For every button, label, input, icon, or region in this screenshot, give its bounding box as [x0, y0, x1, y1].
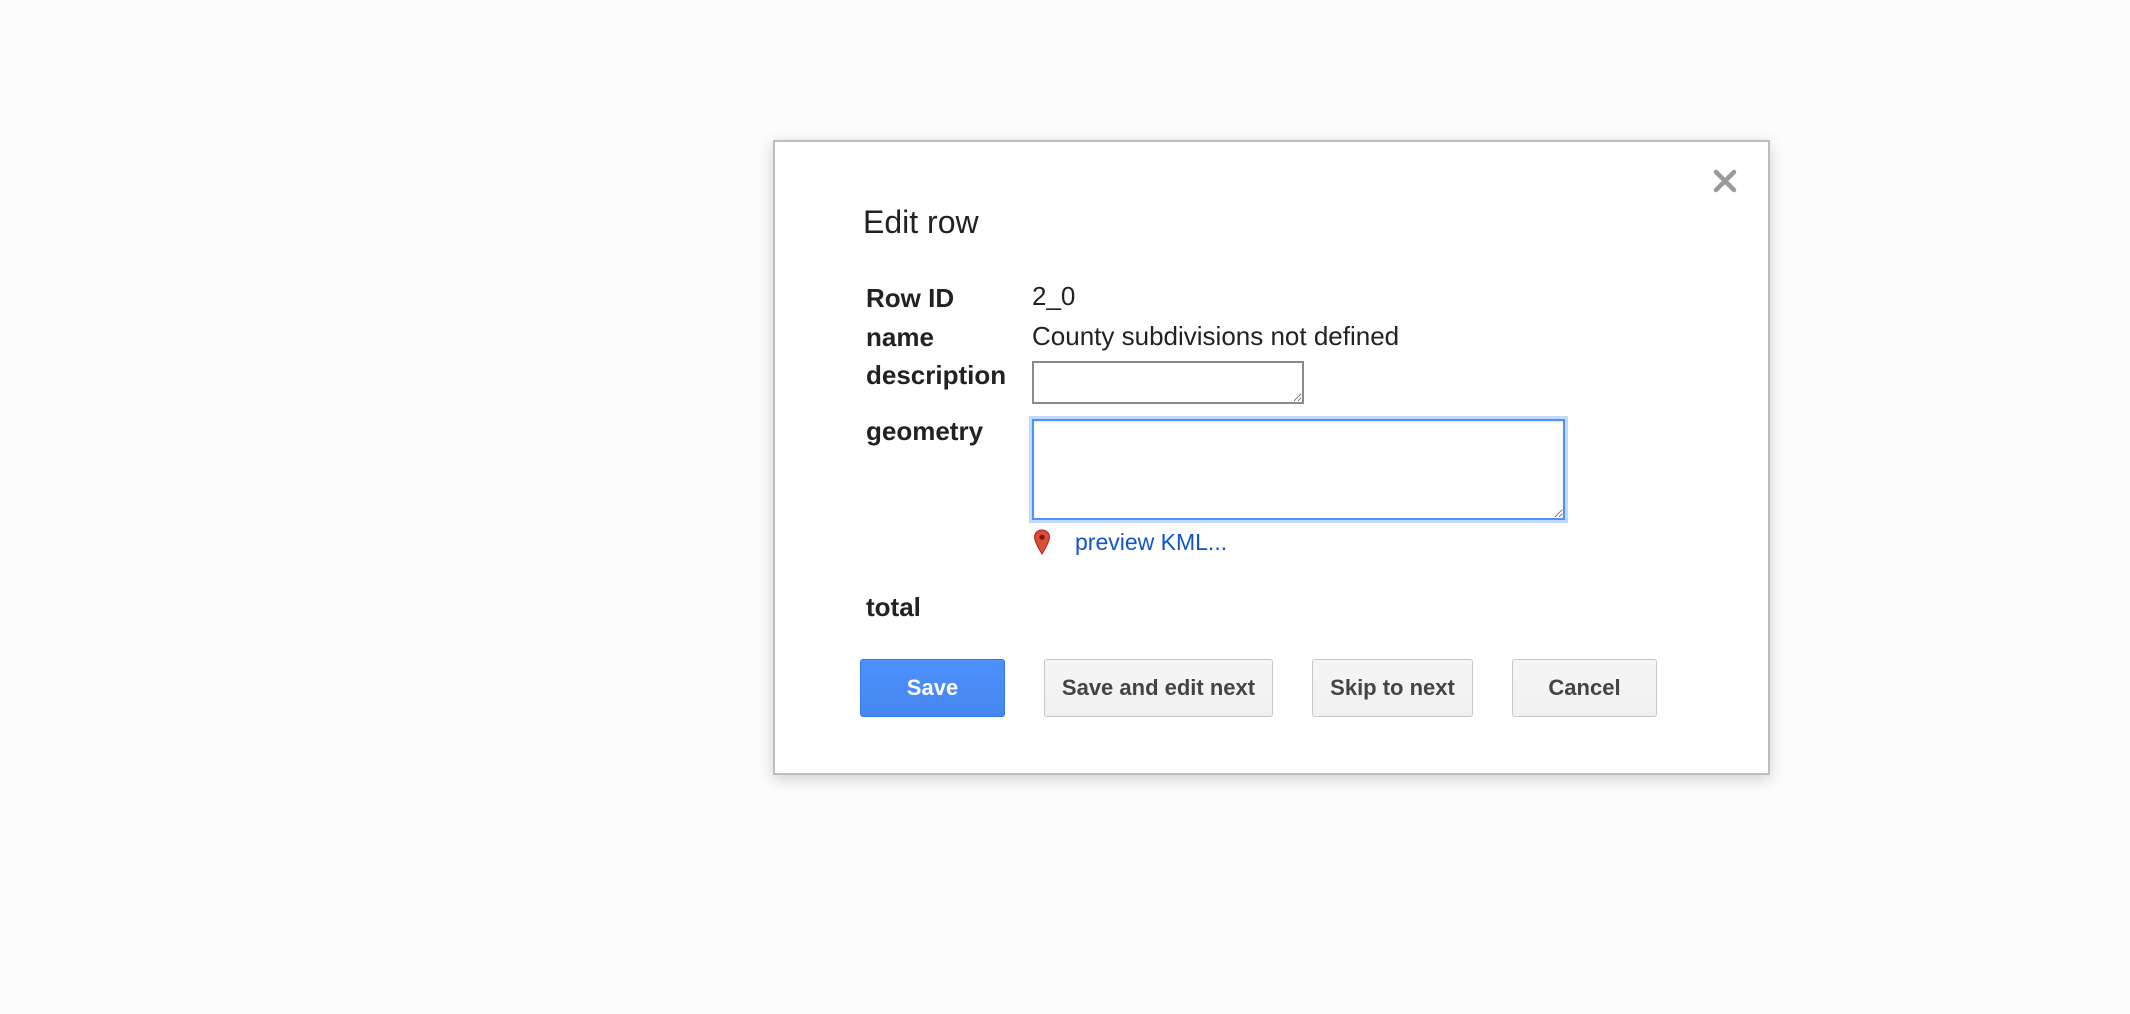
name-value: County subdivisions not defined	[1032, 321, 1400, 351]
skip-to-next-button[interactable]: Skip to next	[1312, 659, 1473, 717]
description-label: description	[866, 360, 1007, 390]
save-and-edit-next-button[interactable]: Save and edit next	[1044, 659, 1273, 717]
row-id-label: Row ID	[866, 283, 955, 313]
row-id-value: 2_0	[1032, 281, 1076, 311]
close-icon[interactable]	[1708, 164, 1742, 198]
description-field[interactable]	[1032, 361, 1304, 404]
map-pin-icon	[1033, 529, 1051, 555]
cancel-button[interactable]: Cancel	[1512, 659, 1657, 717]
geometry-field[interactable]	[1032, 419, 1565, 520]
kml-preview-row: preview KML...	[1033, 527, 1227, 557]
total-label: total	[866, 592, 921, 622]
edit-row-dialog: Edit row Row ID 2_0 name County subdivis…	[773, 140, 1770, 775]
geometry-label: geometry	[866, 416, 984, 446]
close-button[interactable]	[1708, 164, 1742, 198]
save-button[interactable]: Save	[860, 659, 1005, 717]
name-label: name	[866, 322, 934, 352]
preview-kml-link[interactable]: preview KML...	[1075, 529, 1227, 556]
dialog-title: Edit row	[863, 204, 979, 240]
